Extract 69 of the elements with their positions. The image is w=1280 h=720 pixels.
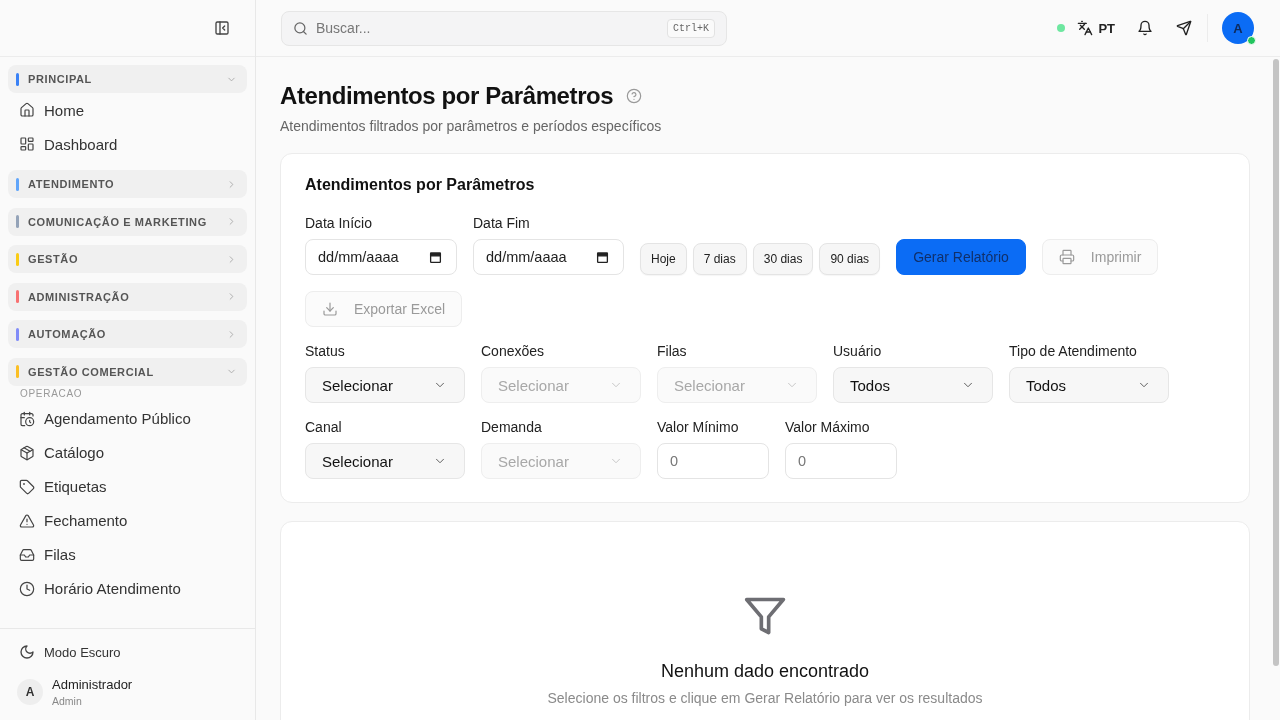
empty-state-title: Nenhum dado encontrado xyxy=(660,660,870,683)
dark-mode-toggle[interactable]: Modo Escuro xyxy=(8,640,247,664)
package-icon xyxy=(19,444,35,461)
scrollbar-thumb[interactable] xyxy=(1273,59,1279,666)
nav-item[interactable]: Catálogo xyxy=(8,435,247,470)
section-header[interactable]: GESTÃO xyxy=(8,245,247,273)
select-dropdown[interactable]: Todos xyxy=(833,367,993,403)
group-label: OPERACAO xyxy=(19,386,84,401)
moon-icon xyxy=(19,644,35,660)
field-label: Valor Mínimo xyxy=(657,418,740,437)
quick-range-button[interactable]: 7 dias xyxy=(692,243,747,275)
user-avatar: A xyxy=(17,679,43,705)
select-dropdown[interactable]: Selecionar xyxy=(305,443,465,479)
bell-icon[interactable] xyxy=(1137,20,1153,36)
send-icon[interactable] xyxy=(1176,20,1192,36)
help-icon[interactable] xyxy=(626,88,643,104)
number-input[interactable]: 0 xyxy=(785,443,897,479)
nav-item[interactable]: Home xyxy=(8,93,247,127)
translate-icon xyxy=(1077,20,1094,36)
home-icon xyxy=(19,102,35,118)
field-label: Tipo de Atendimento xyxy=(1009,342,1138,361)
field-label: Filas xyxy=(657,342,688,361)
section-header[interactable]: ATENDIMENTO xyxy=(8,170,247,198)
user-name: Administrador xyxy=(52,676,133,693)
section-header[interactable]: COMUNICAÇÃO E MARKETING xyxy=(8,207,247,236)
section-header[interactable]: PRINCIPAL xyxy=(8,65,247,93)
field-label: Data Início xyxy=(305,214,373,233)
tag-icon xyxy=(19,478,35,495)
calendar-icon xyxy=(596,250,609,264)
warning-triangle-icon xyxy=(19,512,35,529)
download-icon xyxy=(322,301,338,317)
inbox-icon xyxy=(19,546,35,563)
empty-state-message: Selecione os filtros e clique em Gerar Relatório para ver os resultados xyxy=(547,689,983,708)
user-role: Admin xyxy=(52,694,83,708)
nav-item[interactable]: Fechamento xyxy=(8,503,247,538)
nav-item[interactable]: Filas xyxy=(8,537,247,572)
nav-item[interactable]: Etiquetas xyxy=(8,469,247,504)
section-header[interactable]: AUTOMAÇÃO xyxy=(8,320,247,348)
select-dropdown[interactable]: Todos xyxy=(1009,367,1169,403)
calendar-clock-icon xyxy=(19,410,35,427)
date-input[interactable]: dd/mm/aaaa xyxy=(473,239,624,275)
number-input[interactable]: 0 xyxy=(657,443,769,479)
page-subtitle: Atendimentos filtrados por parâmetros e períodos específicos xyxy=(280,117,663,136)
select-dropdown[interactable]: Selecionar xyxy=(305,367,465,403)
quick-range-button[interactable]: 30 dias xyxy=(752,243,814,275)
field-label: Data Fim xyxy=(473,214,531,233)
dashboard-grid-icon xyxy=(19,136,35,152)
clock-icon xyxy=(19,580,35,597)
field-label: Conexões xyxy=(481,342,546,361)
language-button[interactable]: PT xyxy=(1077,20,1115,36)
page-title: Atendimentos por Parâmetros xyxy=(280,81,614,111)
printer-icon xyxy=(1058,249,1075,265)
field-label: Usuário xyxy=(833,342,883,361)
nav-item[interactable]: Dashboard xyxy=(8,127,247,161)
nav-item[interactable]: Horário Atendimento xyxy=(8,571,247,606)
card-title: Atendimentos por Parâmetros xyxy=(305,175,536,195)
field-label: Valor Máximo xyxy=(785,418,871,437)
calendar-icon xyxy=(429,250,442,264)
date-input[interactable]: dd/mm/aaaa xyxy=(305,239,457,275)
search-icon xyxy=(293,20,308,36)
field-label: Canal xyxy=(305,418,343,437)
field-label: Demanda xyxy=(481,418,543,437)
section-header[interactable]: GESTÃO COMERCIAL xyxy=(8,357,247,386)
nav-item[interactable]: Agendamento Público xyxy=(8,401,247,436)
quick-range-button[interactable]: 90 dias xyxy=(819,243,881,275)
field-label: Status xyxy=(305,342,346,361)
quick-range-button[interactable]: Hoje xyxy=(640,243,687,275)
section-header[interactable]: ADMINISTRAÇÃO xyxy=(8,282,247,311)
sidebar-collapse-icon[interactable] xyxy=(214,20,230,36)
